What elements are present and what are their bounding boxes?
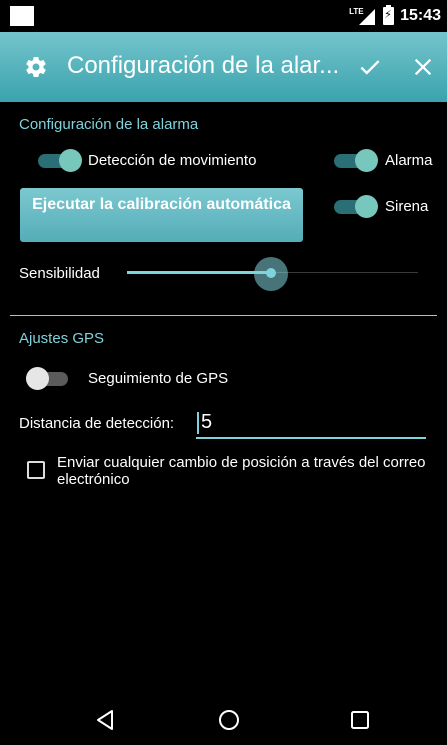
siren-toggle[interactable]: [334, 194, 378, 218]
siren-label: Sirena: [385, 198, 429, 215]
recent-apps-icon[interactable]: [351, 711, 369, 729]
sensitivity-slider-fill[interactable]: [127, 271, 272, 274]
home-icon[interactable]: [218, 709, 240, 731]
sensitivity-slider-thumb[interactable]: [266, 268, 276, 278]
run-calibration-button[interactable]: Ejecutar la calibración automática: [20, 188, 303, 242]
page-title: Configuración de la alar...: [67, 52, 340, 79]
detection-distance-label: Distancia de detección:: [19, 415, 175, 432]
close-icon[interactable]: [412, 56, 434, 78]
gps-tracking-toggle[interactable]: [26, 366, 70, 390]
navigation-bar: [0, 697, 447, 745]
email-position-label[interactable]: Enviar cualquier cambio de posición a tr…: [57, 454, 427, 488]
alarm-toggle[interactable]: [334, 148, 378, 172]
detection-distance-input[interactable]: 5: [201, 411, 212, 434]
motion-detection-toggle[interactable]: [38, 148, 82, 172]
gps-section-header: Ajustes GPS: [19, 330, 105, 347]
email-position-checkbox[interactable]: [27, 461, 45, 479]
status-time: 15:43: [400, 7, 441, 24]
sensitivity-slider-track[interactable]: [272, 272, 418, 273]
alarm-label: Alarma: [385, 152, 433, 169]
back-icon[interactable]: [95, 709, 115, 731]
gps-tracking-label: Seguimiento de GPS: [88, 370, 229, 387]
alarm-section-header: Configuración de la alarma: [19, 116, 199, 133]
action-bar: Configuración de la alar...: [0, 32, 447, 102]
status-bar: LTE 15:43: [0, 0, 447, 32]
sensitivity-label: Sensibilidad: [19, 265, 100, 282]
battery-icon: [383, 5, 395, 25]
motion-detection-label: Detección de movimiento: [88, 152, 257, 169]
signal-icon: LTE: [347, 7, 377, 25]
detection-distance-underline[interactable]: [196, 437, 426, 439]
text-cursor: [197, 412, 199, 434]
gear-icon[interactable]: [24, 55, 48, 79]
notification-icon: [10, 6, 34, 26]
status-indicators: LTE 15:43: [347, 5, 441, 26]
check-icon[interactable]: [357, 54, 383, 80]
section-divider: [10, 315, 437, 316]
